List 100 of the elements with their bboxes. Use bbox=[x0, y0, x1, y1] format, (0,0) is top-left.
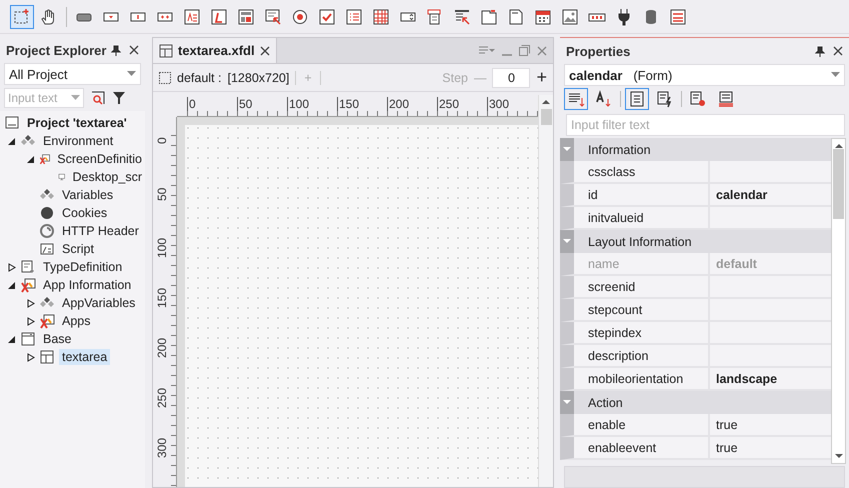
form-icon bbox=[159, 44, 173, 58]
tree-item[interactable]: Environment bbox=[40, 133, 116, 149]
property-name: enable bbox=[560, 414, 710, 437]
sort-alpha-icon bbox=[595, 90, 613, 108]
editor-tab[interactable]: textarea.xfdl bbox=[153, 38, 277, 63]
ruler-label: 100 bbox=[155, 238, 169, 258]
step-plus-button[interactable]: + bbox=[536, 67, 547, 88]
text-area-icon bbox=[183, 8, 201, 26]
tree-item[interactable]: Project 'textarea' bbox=[24, 115, 130, 131]
scroll-down-icon[interactable] bbox=[834, 453, 842, 459]
base-icon bbox=[20, 331, 36, 347]
property-name: description bbox=[560, 345, 710, 368]
maximize-icon[interactable] bbox=[519, 45, 530, 56]
scroll-thumb[interactable] bbox=[833, 149, 844, 219]
ruler-label: 300 bbox=[155, 438, 169, 458]
ruler-label: 0 bbox=[155, 137, 169, 144]
list-view-icon bbox=[669, 8, 687, 26]
ruler-label: 100 bbox=[287, 97, 310, 111]
property-name: name bbox=[560, 253, 710, 276]
ruler-label: 200 bbox=[387, 97, 410, 111]
scope-dropdown[interactable]: All Project bbox=[4, 63, 141, 85]
tree-item[interactable]: Script bbox=[59, 241, 97, 257]
property-name: mobileorientation bbox=[560, 368, 710, 391]
properties-icon bbox=[628, 90, 646, 108]
group-header[interactable]: Action bbox=[560, 391, 831, 414]
scroll-thumb[interactable] bbox=[540, 109, 552, 125]
image-icon bbox=[561, 8, 579, 26]
tool-button[interactable] bbox=[564, 88, 588, 110]
caret-icon bbox=[831, 72, 840, 78]
tab-icon bbox=[480, 8, 498, 26]
property-name: cssclass bbox=[560, 161, 710, 184]
list-dropdown-icon[interactable] bbox=[479, 46, 495, 56]
collapsed-arrow-icon[interactable] bbox=[27, 352, 35, 362]
property-name: stepcount bbox=[560, 299, 710, 322]
layout-size: [1280x720] bbox=[227, 70, 290, 84]
tree-item[interactable]: Apps bbox=[59, 313, 94, 329]
property-value[interactable]: true bbox=[710, 414, 831, 437]
tree-item[interactable]: Base bbox=[40, 331, 74, 347]
ruler-label: 150 bbox=[155, 288, 169, 308]
property-name: initvalueid bbox=[560, 207, 710, 230]
screen-definition-icon bbox=[39, 313, 55, 329]
web-page-icon bbox=[507, 8, 525, 26]
layout-icon bbox=[159, 72, 171, 84]
property-value[interactable]: calendar bbox=[710, 184, 831, 207]
caret-icon bbox=[71, 95, 80, 101]
type-definition-icon bbox=[20, 259, 36, 275]
pin-icon[interactable] bbox=[111, 44, 121, 56]
tree-item[interactable]: ScreenDefinitio bbox=[54, 151, 145, 167]
tree-item[interactable]: Variables bbox=[59, 187, 116, 203]
events-icon bbox=[656, 90, 674, 108]
calendar-icon bbox=[534, 8, 552, 26]
init-icon bbox=[717, 90, 735, 108]
ruler-label: 200 bbox=[155, 338, 169, 358]
ruler-label: 250 bbox=[155, 388, 169, 408]
group-header[interactable]: Layout Information bbox=[560, 230, 831, 253]
object-dropdown[interactable]: calendar (Form) bbox=[564, 64, 845, 86]
close-icon[interactable] bbox=[129, 45, 139, 55]
group-title: Information bbox=[588, 142, 651, 156]
expanded-arrow-icon[interactable] bbox=[8, 136, 16, 146]
ruler-label: 300 bbox=[487, 97, 510, 111]
layout-name: default : bbox=[177, 70, 222, 84]
group-header[interactable]: Information bbox=[560, 138, 831, 161]
step-label: Step bbox=[442, 70, 468, 84]
ruler-label: 50 bbox=[155, 188, 169, 201]
selection-icon bbox=[13, 8, 31, 26]
expanded-arrow-icon[interactable] bbox=[8, 334, 16, 344]
collapsed-arrow-icon[interactable] bbox=[27, 298, 35, 308]
group-title: Layout Information bbox=[588, 234, 692, 248]
cookie-icon bbox=[39, 205, 55, 221]
tree-item[interactable]: Desktop_scr bbox=[70, 169, 145, 185]
tree-item[interactable]: AppVariables bbox=[59, 295, 138, 311]
grid-icon bbox=[372, 8, 390, 26]
panel-title: Properties bbox=[566, 44, 630, 58]
close-icon[interactable] bbox=[260, 46, 270, 56]
collapsed-arrow-icon[interactable] bbox=[27, 316, 35, 326]
tree-item[interactable]: Cookies bbox=[59, 205, 110, 221]
scroll-up-icon[interactable] bbox=[542, 99, 550, 105]
tool-button[interactable] bbox=[10, 4, 34, 28]
tool-button[interactable] bbox=[625, 88, 649, 110]
pin-icon[interactable] bbox=[815, 46, 825, 56]
step-field[interactable]: 0 bbox=[492, 68, 530, 88]
expanded-arrow-icon[interactable] bbox=[8, 280, 16, 290]
ruler-label: 250 bbox=[437, 97, 460, 111]
search-icon[interactable] bbox=[90, 90, 106, 106]
property-value[interactable]: true bbox=[710, 437, 831, 460]
popup-menu-icon bbox=[453, 8, 471, 26]
collapsed-arrow-icon[interactable] bbox=[8, 262, 16, 272]
caret-icon bbox=[127, 71, 136, 77]
property-value[interactable]: landscape bbox=[710, 368, 831, 391]
script-icon bbox=[39, 241, 55, 257]
tree-item[interactable]: App Information bbox=[40, 277, 134, 293]
filter-icon[interactable] bbox=[112, 91, 126, 105]
static-icon bbox=[210, 8, 228, 26]
div-icon bbox=[237, 8, 255, 26]
expanded-arrow-icon[interactable] bbox=[27, 154, 35, 164]
tree-item[interactable]: HTTP Header bbox=[59, 223, 142, 239]
property-name: id bbox=[560, 184, 710, 207]
tree-item[interactable]: textarea bbox=[59, 349, 110, 365]
close-icon[interactable] bbox=[833, 46, 843, 56]
tree-item[interactable]: TypeDefinition bbox=[40, 259, 126, 275]
